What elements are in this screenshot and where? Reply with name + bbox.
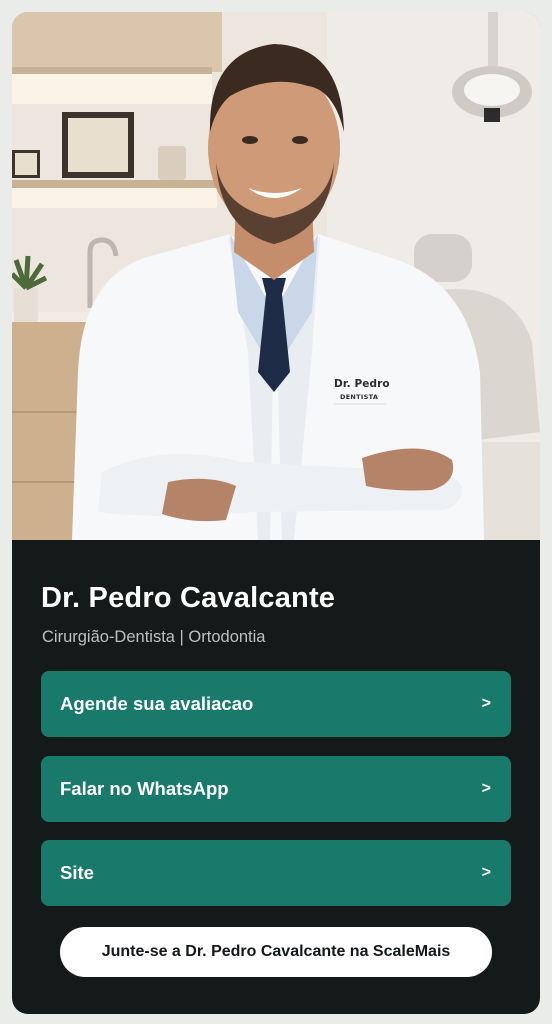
schedule-appointment-button[interactable]: Agende sua avaliacao > <box>41 671 511 737</box>
coat-name-embroidery: Dr. Pedro <box>334 378 390 390</box>
profile-photo: Dr. Pedro DENTISTA <box>12 12 540 540</box>
chevron-right-icon: > <box>481 695 491 712</box>
website-button[interactable]: Site > <box>41 840 511 906</box>
chevron-right-icon: > <box>481 864 491 881</box>
whatsapp-button[interactable]: Falar no WhatsApp > <box>41 756 511 822</box>
join-scalemais-button[interactable]: Junte-se a Dr. Pedro Cavalcante na Scale… <box>60 927 492 977</box>
join-label: Junte-se a Dr. Pedro Cavalcante na Scale… <box>101 943 451 960</box>
link-label: Falar no WhatsApp <box>60 778 229 799</box>
profile-card: Dr. Pedro DENTISTA Dr. Pedro Cavalcante … <box>12 12 540 1014</box>
profile-name: Dr. Pedro Cavalcante <box>41 582 336 614</box>
profile-subtitle: Cirurgião-Dentista | Ortodontia <box>42 628 266 646</box>
link-label: Site <box>60 862 94 883</box>
coat-role-embroidery: DENTISTA <box>340 393 379 401</box>
link-label: Agende sua avaliacao <box>60 693 254 714</box>
chevron-right-icon: > <box>481 780 491 797</box>
